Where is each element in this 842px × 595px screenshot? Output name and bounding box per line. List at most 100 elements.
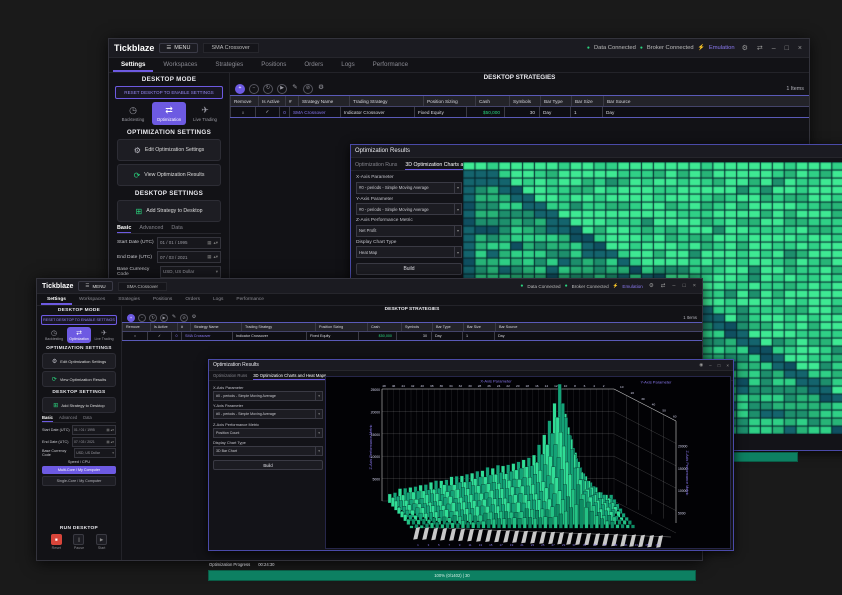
build-button[interactable]: Build (356, 263, 462, 275)
subtab-data[interactable]: Data (83, 415, 92, 422)
run-icon[interactable]: ▶ (277, 84, 287, 94)
z-axis-dropdown[interactable]: Net Profit▾ (356, 225, 462, 237)
nav-item-workspaces[interactable]: Workspaces (155, 59, 205, 72)
menu-button[interactable]: ☰MENU (78, 281, 112, 291)
settings-icon[interactable]: ⚙ (317, 84, 325, 92)
add-icon[interactable]: + (235, 84, 245, 94)
column-header[interactable]: Bar Size (571, 96, 603, 106)
column-header[interactable]: Remove (230, 96, 258, 106)
link-icon[interactable]: ⇄ (660, 283, 667, 289)
nav-item-performance[interactable]: Performance (365, 59, 416, 72)
spinner-icon[interactable]: ▴▾ (213, 254, 218, 260)
edit-optimization-settings-button[interactable]: ⚙Edit Optimization Settings (42, 353, 116, 369)
nav-item-workspaces[interactable]: Workspaces (73, 296, 111, 305)
column-header[interactable]: # (285, 96, 298, 106)
spinner-icon[interactable]: ▴▾ (111, 440, 114, 444)
column-header[interactable]: Cash (475, 96, 509, 106)
ctab-3d-optimization-charts-and-heat-maps[interactable]: 3D Optimization Charts and Heat Maps (253, 373, 326, 380)
3d-bar-chart[interactable]: 2500020000150001000050002000015000100005… (325, 376, 731, 549)
column-header[interactable]: Strategy Name (190, 323, 241, 331)
column-header[interactable]: Is Active (258, 96, 285, 106)
close-button[interactable]: × (796, 45, 804, 52)
y-axis-dropdown[interactable]: #0 - periods - Simple Moving Average▾ (213, 409, 323, 419)
remove-icon[interactable]: − (138, 314, 146, 322)
mode-optimization[interactable]: ⇄Optimization (152, 102, 186, 125)
add-icon[interactable]: + (127, 314, 135, 322)
document-tab[interactable]: SMA Crossover (203, 43, 259, 53)
ctab-optimization-runs[interactable]: Optimization Runs (213, 373, 247, 380)
ctab-optimization-runs[interactable]: Optimization Runs (355, 162, 397, 170)
settings-icon[interactable]: ⚙ (191, 314, 197, 320)
z-axis-dropdown[interactable]: Position Count▾ (213, 428, 323, 438)
delete-icon[interactable]: ⊘ (303, 84, 313, 94)
add-strategy-button[interactable]: ⊞Add Strategy to Desktop (117, 200, 221, 222)
refresh-icon[interactable]: ↻ (149, 314, 157, 322)
mode-live-trading[interactable]: ✈Live Trading (92, 327, 116, 343)
view-optimization-results-button[interactable]: ⟳View Optimization Results (117, 164, 221, 186)
nav-item-settings[interactable]: Settings (113, 59, 153, 72)
nav-item-strategies[interactable]: Strategies (207, 59, 251, 72)
child-title-bar[interactable]: Optimization Results ◉ – □ × (209, 360, 733, 371)
column-header[interactable]: Bar Source (495, 323, 702, 331)
single-core-button[interactable]: Single-Core / My Computer (42, 476, 116, 486)
settings-gear-icon[interactable]: ⚙ (648, 283, 655, 289)
pin-icon[interactable]: ◉ (699, 362, 703, 368)
strategy-row[interactable]: x✓0SMA CrossoverIndicator CrossoverFixed… (230, 107, 809, 118)
run-icon[interactable]: ▶ (160, 314, 168, 322)
chart-type-dropdown[interactable]: 3D Bar Chart▾ (213, 446, 323, 456)
y-axis-dropdown[interactable]: #0 - periods - Simple Moving Average▾ (356, 203, 462, 215)
edit-icon[interactable]: ✎ (291, 84, 299, 92)
build-button[interactable]: Build (213, 460, 323, 470)
x-axis-dropdown[interactable]: #0 - periods - Simple Moving Average▾ (356, 182, 462, 194)
date-input[interactable]: 01 / 01 / 1995▦▴▾ (157, 237, 221, 249)
column-header[interactable]: Bar Type (540, 96, 571, 106)
delete-icon[interactable]: ⊘ (180, 314, 188, 322)
reset-run-button[interactable]: ■Reset (51, 534, 62, 550)
minimize-button[interactable]: – (671, 283, 676, 289)
close-button[interactable]: × (692, 283, 697, 289)
currency-select[interactable]: USD, US Dollar▾ (160, 266, 221, 278)
mode-backtesting[interactable]: ◷Backtesting (116, 102, 150, 125)
x-axis-dropdown[interactable]: #0 - periods - Simple Moving Average▾ (213, 391, 323, 401)
nav-item-logs[interactable]: Logs (207, 296, 229, 305)
date-input[interactable]: 01 / 01 / 1995▦▴▾ (72, 425, 116, 435)
subtab-data[interactable]: Data (171, 225, 182, 233)
nav-item-positions[interactable]: Positions (253, 59, 294, 72)
title-bar[interactable]: Tickblaze ☰MENU SMA Crossover ●Data Conn… (109, 39, 809, 58)
subtab-advanced[interactable]: Advanced (59, 415, 77, 422)
nav-item-orders[interactable]: Orders (296, 59, 331, 72)
column-header[interactable]: Remove (122, 323, 150, 331)
column-header[interactable]: Symbols (509, 96, 540, 106)
spinner-icon[interactable]: ▴▾ (213, 240, 218, 246)
column-header[interactable]: Trading Strategy (349, 96, 423, 106)
strategy-row[interactable]: x✓0SMA CrossoverIndicator CrossoverFixed… (122, 332, 702, 341)
nav-item-orders[interactable]: Orders (179, 296, 206, 305)
nav-item-performance[interactable]: Performance (230, 296, 269, 305)
column-header[interactable]: Trading Strategy (241, 323, 315, 331)
reset-desktop-button[interactable]: RESET DESKTOP TO ENABLE SETTINGS (115, 86, 223, 99)
chart-type-dropdown[interactable]: Heat Map▾ (356, 246, 462, 258)
column-header[interactable]: Bar Type (432, 323, 463, 331)
column-header[interactable]: Position Sizing (423, 96, 475, 106)
column-header[interactable]: Strategy Name (298, 96, 349, 106)
mode-backtesting[interactable]: ◷Backtesting (42, 327, 66, 343)
child-title-bar[interactable]: Optimization Results ◉ – □ × (351, 145, 842, 158)
add-strategy-button[interactable]: ⊞Add Strategy to Desktop (42, 397, 116, 413)
settings-gear-icon[interactable]: ⚙ (740, 44, 750, 52)
maximize-button[interactable]: □ (783, 45, 791, 52)
subtab-advanced[interactable]: Advanced (139, 225, 163, 233)
currency-select[interactable]: USD, US Dollar▾ (74, 448, 116, 458)
menu-button[interactable]: ☰MENU (159, 43, 197, 53)
column-header[interactable]: Position Sizing (315, 323, 367, 331)
nav-item-settings[interactable]: Settings (41, 296, 72, 305)
date-input[interactable]: 07 / 03 / 2021▦▴▾ (72, 437, 116, 447)
column-header[interactable]: Bar Size (463, 323, 495, 331)
maximize-button[interactable]: □ (718, 363, 721, 368)
column-header[interactable]: Symbols (401, 323, 432, 331)
reset-desktop-button[interactable]: RESET DESKTOP TO ENABLE SETTINGS (41, 315, 117, 325)
column-header[interactable]: Is Active (150, 323, 177, 331)
link-icon[interactable]: ⇄ (755, 44, 765, 52)
nav-item-strategies[interactable]: Strategies (112, 296, 146, 305)
remove-icon[interactable]: − (249, 84, 259, 94)
subtab-basic[interactable]: Basic (42, 415, 53, 422)
